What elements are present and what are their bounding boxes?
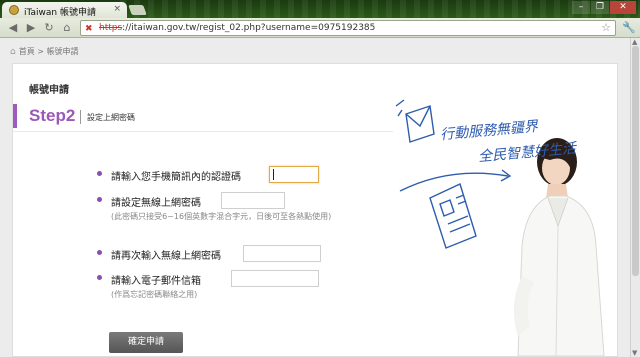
bullet-icon bbox=[97, 250, 102, 255]
bullet-icon bbox=[97, 275, 102, 280]
password-input[interactable] bbox=[221, 192, 285, 209]
bookmark-star-icon[interactable]: ☆ bbox=[601, 21, 611, 35]
password-label: 請設定無線上網密碼 bbox=[111, 198, 201, 209]
wrench-menu-icon[interactable]: 🔧 bbox=[622, 21, 636, 34]
email-note: (作爲忘記密碼聯絡之用) bbox=[111, 290, 198, 299]
insecure-lock-icon: ✖ bbox=[85, 24, 93, 34]
new-tab-button[interactable] bbox=[128, 5, 147, 15]
scroll-down-icon[interactable]: ▼ bbox=[632, 349, 637, 357]
window-close-button[interactable]: ✕ bbox=[610, 1, 636, 14]
window-controls: – ❐ ✕ bbox=[572, 1, 636, 14]
password-note: (此密碼只接受6~16個英數字混合字元，日後可至各熱點使用) bbox=[111, 212, 332, 221]
maximize-button[interactable]: ❐ bbox=[591, 1, 609, 14]
step-description: 設定上網密碼 bbox=[87, 113, 135, 122]
home-icon[interactable]: ⌂ bbox=[60, 21, 74, 35]
step-accent-bar bbox=[13, 104, 17, 128]
minimize-button[interactable]: – bbox=[572, 1, 590, 14]
envelope-sketch-icon bbox=[395, 99, 435, 143]
address-bar[interactable]: ✖ https://itaiwan.gov.tw/regist_02.php?u… bbox=[80, 20, 616, 36]
url-scheme: https bbox=[99, 23, 123, 33]
titlebar-pattern bbox=[120, 0, 640, 18]
panel-title: 帳號申請 bbox=[29, 85, 69, 96]
back-arrow-icon[interactable]: ◀ bbox=[6, 21, 20, 35]
vertical-scrollbar[interactable]: ▲ ▼ bbox=[630, 38, 640, 357]
url-path: ://itaiwan.gov.tw/regist_02.php?username… bbox=[122, 23, 376, 33]
sms-code-input[interactable] bbox=[269, 166, 319, 183]
forward-arrow-icon[interactable]: ▶ bbox=[24, 21, 38, 35]
browser-tab[interactable]: iTaiwan 帳號申請 × bbox=[2, 2, 127, 18]
page-content: ⌂ 首頁 > 帳號申請 帳號申請 Step2 設定上網密碼 請輸入您手機簡訊內的認… bbox=[0, 38, 630, 357]
breadcrumb-text[interactable]: 首頁 > 帳號申請 bbox=[19, 47, 79, 56]
favicon-icon bbox=[9, 5, 19, 15]
browser-titlebar: iTaiwan 帳號申請 × – ❐ ✕ bbox=[0, 0, 640, 18]
breadcrumb: ⌂ 首頁 > 帳號申請 bbox=[10, 46, 79, 57]
step-separator bbox=[80, 110, 81, 124]
arrow-sketch bbox=[399, 172, 509, 192]
email-input[interactable] bbox=[231, 270, 319, 287]
tab-close-icon[interactable]: × bbox=[113, 4, 121, 14]
reload-icon[interactable]: ↻ bbox=[42, 21, 56, 35]
confirm-password-input[interactable] bbox=[243, 245, 321, 262]
webpage-sketch-icon bbox=[429, 183, 477, 249]
bullet-icon bbox=[97, 197, 102, 202]
scroll-up-icon[interactable]: ▲ bbox=[632, 38, 637, 46]
email-label: 請輸入電子郵件信箱 bbox=[111, 276, 201, 287]
home-breadcrumb-icon[interactable]: ⌂ bbox=[10, 47, 16, 57]
confirm-password-label: 請再次輸入無線上網密碼 bbox=[111, 251, 221, 262]
bullet-icon bbox=[97, 171, 102, 176]
tab-title: iTaiwan 帳號申請 bbox=[24, 8, 96, 18]
businesswoman-photo bbox=[513, 138, 605, 356]
step-label: Step2 bbox=[29, 106, 76, 125]
sms-code-label: 請輸入您手機簡訊內的認證碼 bbox=[111, 172, 241, 183]
step-header: Step2 設定上網密碼 bbox=[13, 102, 393, 132]
browser-toolbar: ◀ ▶ ↻ ⌂ ✖ https://itaiwan.gov.tw/regist_… bbox=[0, 18, 640, 38]
scrollbar-thumb[interactable] bbox=[632, 46, 639, 276]
submit-button[interactable]: 確定申請 bbox=[109, 332, 183, 353]
